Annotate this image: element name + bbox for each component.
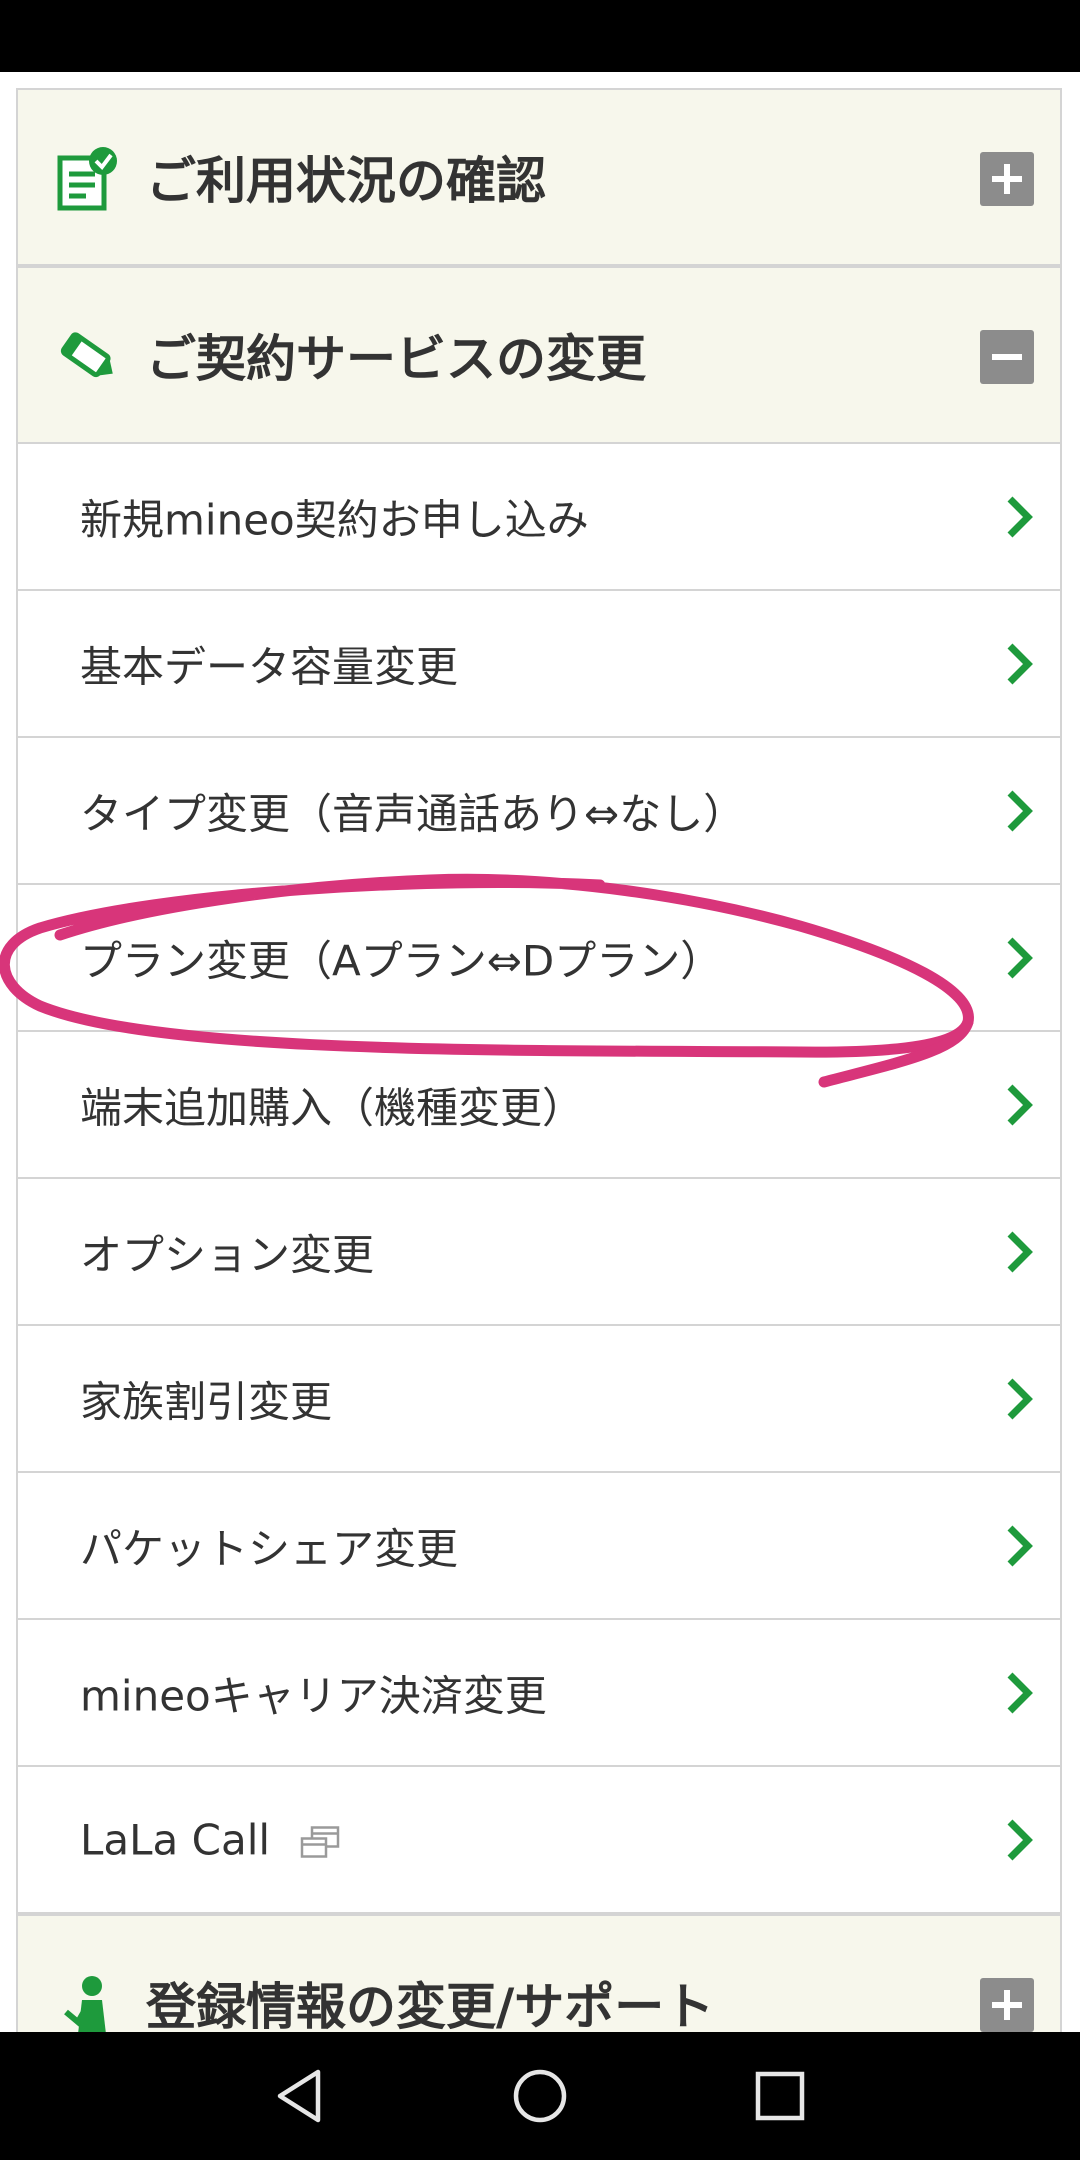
- expand-icon[interactable]: [980, 1978, 1034, 2032]
- menu-item-lala-call[interactable]: LaLa Call: [16, 1767, 1062, 1914]
- checklist-icon: [57, 147, 117, 211]
- recent-apps-square-icon[interactable]: [750, 2066, 810, 2126]
- menu-item-label: 基本データ容量変更: [80, 642, 459, 691]
- menu-item-label: LaLa Call: [80, 1815, 271, 1864]
- chevron-right-icon: [1007, 1084, 1033, 1125]
- expand-icon[interactable]: [980, 152, 1034, 206]
- chevron-right-icon: [1007, 1819, 1033, 1860]
- person-icon: [64, 1976, 106, 2032]
- menu-item-label: 新規mineo契約お申し込み: [80, 495, 589, 544]
- menu-item-family-discount[interactable]: 家族割引変更: [16, 1326, 1062, 1473]
- menu-item-option-change[interactable]: オプション変更: [16, 1179, 1062, 1326]
- menu-item-label: 家族割引変更: [80, 1377, 333, 1426]
- chevron-right-icon: [1007, 496, 1033, 537]
- menu-item-new-contract[interactable]: 新規mineo契約お申し込み: [16, 444, 1062, 591]
- chevron-right-icon: [1007, 1672, 1033, 1713]
- section-title-usage: ご利用状況の確認: [146, 152, 546, 210]
- menu-item-packet-share[interactable]: パケットシェア変更: [16, 1473, 1062, 1620]
- section-title-contract: ご契約サービスの変更: [146, 330, 646, 388]
- chevron-right-icon: [1007, 643, 1033, 684]
- chevron-right-icon: [1007, 790, 1033, 831]
- menu-item-type-change[interactable]: タイプ変更（音声通話あり⇔なし）: [16, 738, 1062, 885]
- back-triangle-icon[interactable]: [270, 2066, 330, 2126]
- menu-item-label: タイプ変更（音声通話あり⇔なし）: [80, 789, 746, 838]
- collapse-icon[interactable]: [980, 330, 1034, 384]
- menu-item-plan-change[interactable]: プラン変更（Aプラン⇔Dプラン）: [16, 885, 1062, 1032]
- chevron-right-icon: [1007, 1378, 1033, 1419]
- menu-item-data-capacity[interactable]: 基本データ容量変更: [16, 591, 1062, 738]
- menu-item-carrier-payment[interactable]: mineoキャリア決済変更: [16, 1620, 1062, 1767]
- menu-item-label: mineoキャリア決済変更: [80, 1671, 547, 1720]
- menu-item-label: 端末追加購入（機種変更）: [80, 1083, 585, 1132]
- status-bar: [0, 0, 1080, 72]
- menu-item-label-wrap: LaLa Call: [80, 1815, 340, 1864]
- pencil-icon: [60, 332, 113, 378]
- menu-item-device-purchase[interactable]: 端末追加購入（機種変更）: [16, 1032, 1062, 1179]
- section-title-registration: 登録情報の変更/サポート: [146, 1978, 715, 2032]
- external-window-icon: [300, 1826, 340, 1858]
- chevron-right-icon: [1007, 1231, 1033, 1272]
- home-circle-icon[interactable]: [510, 2066, 570, 2126]
- navigation-bar: [0, 2032, 1080, 2160]
- section-header-registration[interactable]: 登録情報の変更/サポート: [16, 1914, 1062, 2032]
- section-header-usage[interactable]: ご利用状況の確認: [16, 88, 1062, 266]
- menu-item-label: プラン変更（Aプラン⇔Dプラン）: [80, 936, 723, 985]
- section-header-contract[interactable]: ご契約サービスの変更: [16, 266, 1062, 444]
- menu-item-label: パケットシェア変更: [80, 1524, 459, 1573]
- chevron-right-icon: [1007, 1525, 1033, 1566]
- menu-item-label: オプション変更: [80, 1230, 375, 1279]
- page-content: ご利用状況の確認 ご契約サービスの変更 新規mineo契約お申し込み 基本データ…: [0, 72, 1080, 2032]
- chevron-right-icon: [1007, 937, 1033, 978]
